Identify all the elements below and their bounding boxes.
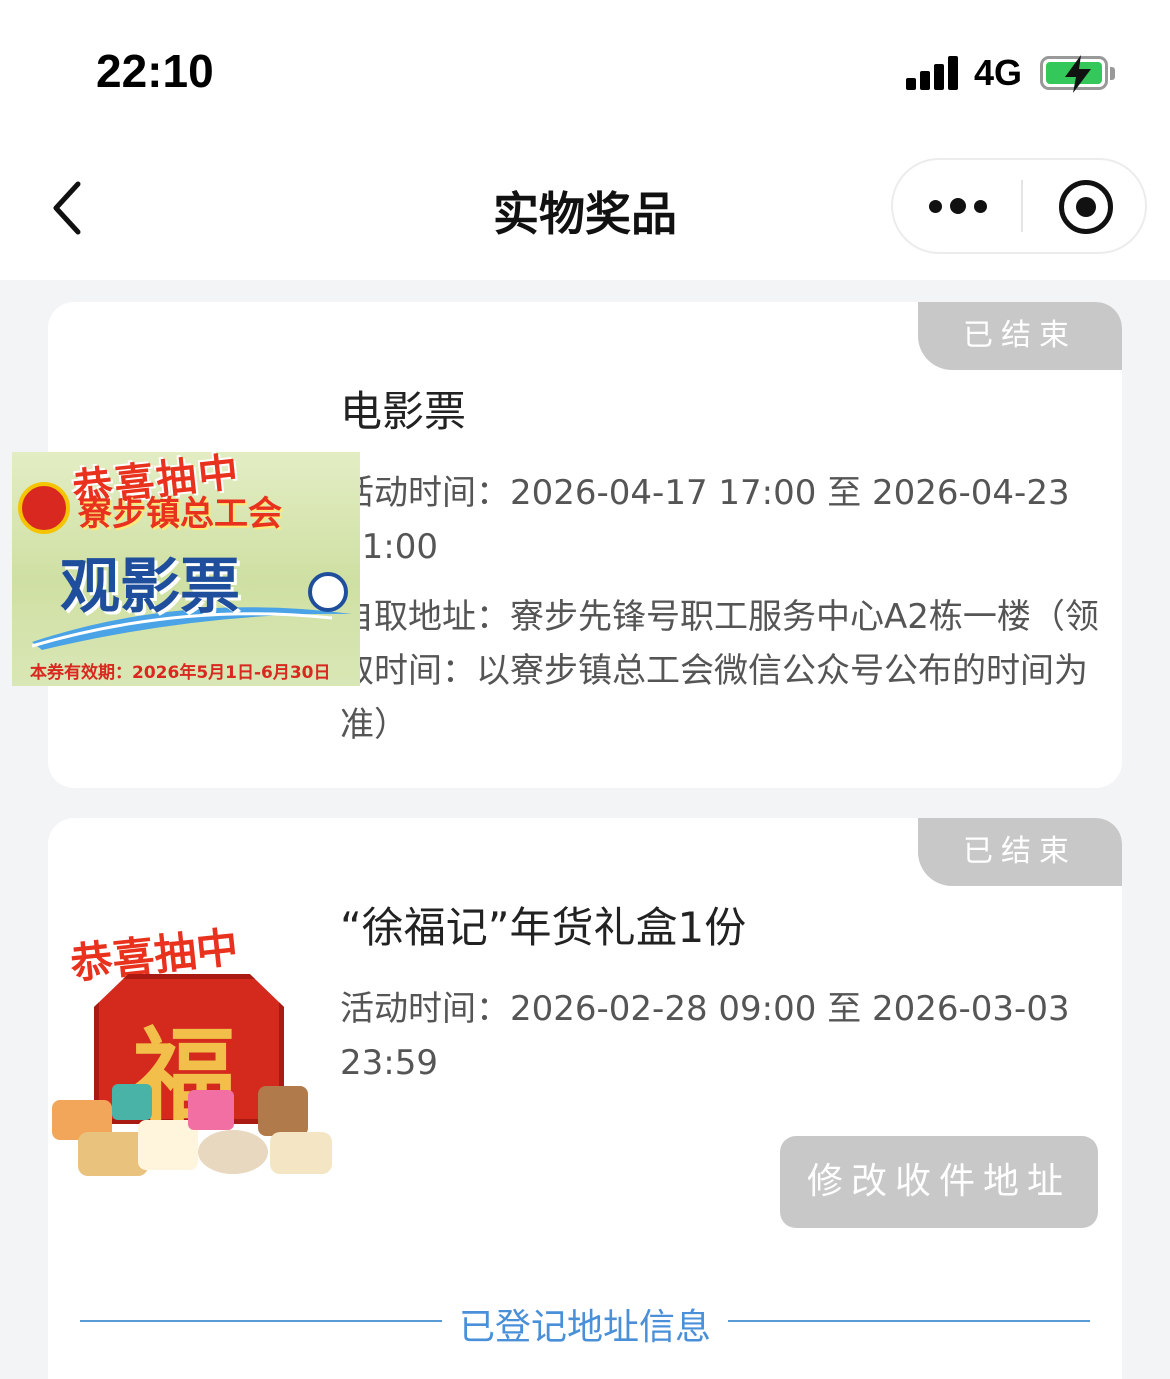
activity-time: 活动时间：2026-02-28 09:00 至 2026-03-03 23:59 bbox=[340, 989, 1070, 1083]
film-reel-icon bbox=[308, 572, 348, 612]
status-badge: 已结束 bbox=[918, 302, 1122, 370]
movie-ticket-image: 恭喜抽中 寮步镇总工会 观影票 本券有效期：2026年5月1日-6月30日 bbox=[12, 452, 360, 686]
image-ticket-name: 观影票 bbox=[60, 552, 240, 622]
prize-title: “徐福记”年货礼盒1份 bbox=[340, 903, 747, 952]
gift-box-image: 恭喜抽中 福 bbox=[48, 910, 338, 1180]
prize-title: 电影票 bbox=[340, 387, 467, 436]
divider-line-right bbox=[728, 1320, 1090, 1322]
battery-icon bbox=[1040, 55, 1108, 93]
divider-line-left bbox=[80, 1320, 442, 1322]
capsule-divider bbox=[1021, 180, 1023, 232]
pickup-address: 自取地址：寮步先锋号职工服务中心A2栋一楼（领取时间：以寮步镇总工会微信公众号公… bbox=[340, 597, 1099, 745]
candy-pile bbox=[48, 1080, 338, 1180]
image-validity: 本券有效期：2026年5月1日-6月30日 bbox=[30, 663, 331, 683]
more-dots-icon[interactable] bbox=[893, 160, 1021, 252]
image-union-name: 寮步镇总工会 bbox=[78, 494, 282, 534]
battery-cap bbox=[1110, 67, 1115, 80]
edit-shipping-address-button[interactable]: 修改收件地址 bbox=[780, 1136, 1098, 1228]
registered-address-label: 已登记地址信息 bbox=[458, 1307, 711, 1348]
mini-program-capsule bbox=[891, 158, 1147, 254]
network-type: 4G bbox=[974, 52, 1023, 93]
status-time: 22:10 bbox=[96, 45, 214, 97]
status-bar: 22:10 4G bbox=[0, 0, 1170, 140]
activity-time: 活动时间：2026-04-17 17:00 至 2026-04-23 01:00 bbox=[340, 473, 1070, 567]
union-logo bbox=[18, 482, 70, 534]
signal-icon bbox=[906, 56, 960, 90]
target-circle-icon[interactable] bbox=[1059, 180, 1113, 234]
status-badge: 已结束 bbox=[918, 818, 1122, 886]
nav-bar: 实物奖品 bbox=[0, 140, 1170, 280]
